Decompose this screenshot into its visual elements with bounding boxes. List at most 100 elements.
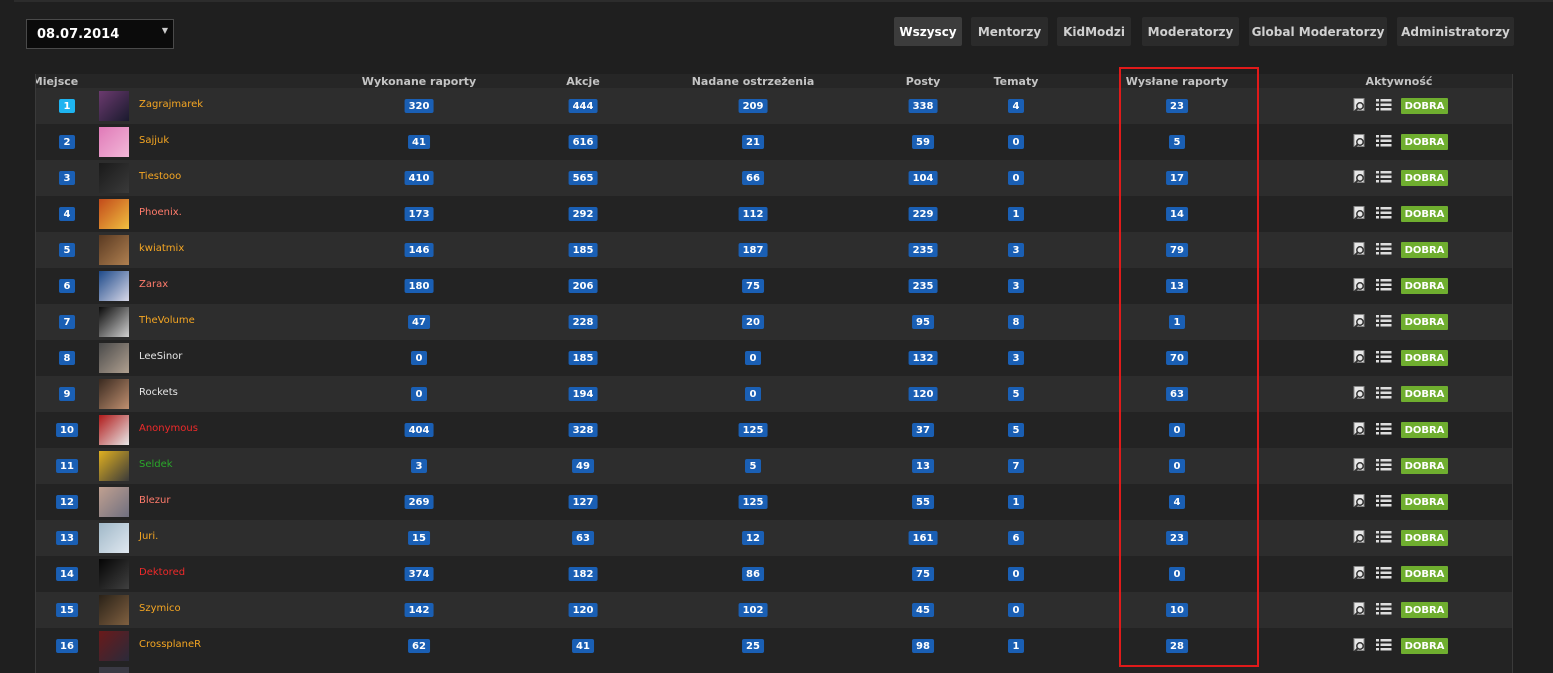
magnifier-details-icon[interactable] [1353, 242, 1367, 257]
rank-badge: 5 [59, 243, 75, 257]
list-icon[interactable] [1376, 351, 1392, 363]
activity-badge: DOBRA [1401, 278, 1448, 294]
avatar[interactable] [99, 343, 129, 373]
username-link[interactable]: Zarax [139, 279, 168, 290]
avatar[interactable] [99, 667, 129, 673]
done-badge: 3 [411, 459, 427, 473]
posts-badge: 229 [908, 207, 938, 221]
avatar[interactable] [99, 307, 129, 337]
posts-badge: 59 [912, 135, 934, 149]
list-icon[interactable] [1376, 315, 1392, 327]
username-link[interactable]: Anonymous [139, 423, 198, 434]
magnifier-details-icon[interactable] [1353, 602, 1367, 617]
avatar[interactable] [99, 415, 129, 445]
avatar[interactable] [99, 127, 129, 157]
warnings-badge: 66 [742, 171, 764, 185]
list-icon[interactable] [1376, 207, 1392, 219]
username-link[interactable]: Seldek [139, 459, 173, 470]
sent-badge: 5 [1169, 135, 1185, 149]
topics-badge: 0 [1008, 135, 1024, 149]
username-link[interactable]: Rockets [139, 387, 178, 398]
col-warnings: Nadane ostrzeżenia [691, 75, 815, 88]
magnifier-details-icon[interactable] [1353, 98, 1367, 113]
avatar[interactable] [99, 271, 129, 301]
filter-tab-kidmodzi[interactable]: KidModzi [1057, 17, 1131, 46]
rank-badge: 4 [59, 207, 75, 221]
magnifier-details-icon[interactable] [1353, 278, 1367, 293]
avatar[interactable] [99, 91, 129, 121]
list-icon[interactable] [1376, 171, 1392, 183]
magnifier-details-icon[interactable] [1353, 530, 1367, 545]
done-badge: 374 [404, 567, 434, 581]
list-icon[interactable] [1376, 639, 1392, 651]
topics-badge: 7 [1008, 459, 1024, 473]
magnifier-details-icon[interactable] [1353, 170, 1367, 185]
actions-badge: 182 [568, 567, 598, 581]
username-link[interactable]: Dektored [139, 567, 185, 578]
list-icon[interactable] [1376, 567, 1392, 579]
username-link[interactable]: CrossplaneR [139, 639, 201, 650]
magnifier-details-icon[interactable] [1353, 638, 1367, 653]
list-icon[interactable] [1376, 279, 1392, 291]
magnifier-details-icon[interactable] [1353, 458, 1367, 473]
filter-tab-moderatorzy[interactable]: Moderatorzy [1142, 17, 1239, 46]
list-icon[interactable] [1376, 243, 1392, 255]
topics-badge: 8 [1008, 315, 1024, 329]
avatar[interactable] [99, 163, 129, 193]
username-link[interactable]: LeeSinor [139, 351, 182, 362]
posts-badge: 98 [912, 639, 934, 653]
list-icon[interactable] [1376, 99, 1392, 111]
avatar[interactable] [99, 487, 129, 517]
avatar[interactable] [99, 199, 129, 229]
magnifier-details-icon[interactable] [1353, 566, 1367, 581]
date-select[interactable]: 08.07.2014 ▼ [26, 19, 174, 49]
rank-badge: 9 [59, 387, 75, 401]
magnifier-details-icon[interactable] [1353, 386, 1367, 401]
table-row: 10 Anonymous 404 328 125 37 5 0 DOBRA [36, 412, 1512, 448]
magnifier-details-icon[interactable] [1353, 422, 1367, 437]
magnifier-details-icon[interactable] [1353, 314, 1367, 329]
sent-badge: 13 [1166, 279, 1188, 293]
filter-tab-wszyscy[interactable]: Wszyscy [894, 17, 962, 46]
magnifier-details-icon[interactable] [1353, 206, 1367, 221]
list-icon[interactable] [1376, 135, 1392, 147]
filter-tab-mentorzy[interactable]: Mentorzy [971, 17, 1048, 46]
username-link[interactable]: Juri. [139, 531, 158, 542]
username-link[interactable]: Zagrajmarek [139, 99, 203, 110]
filter-tab-global-moderatorzy[interactable]: Global Moderatorzy [1249, 17, 1387, 46]
username-link[interactable]: TheVolume [139, 315, 195, 326]
avatar[interactable] [99, 523, 129, 553]
avatar[interactable] [99, 595, 129, 625]
activity-badge: DOBRA [1401, 530, 1448, 546]
username-link[interactable]: kwiatmix [139, 243, 184, 254]
magnifier-details-icon[interactable] [1353, 494, 1367, 509]
list-icon[interactable] [1376, 531, 1392, 543]
username-link[interactable]: Tiestooo [139, 171, 181, 182]
warnings-badge: 209 [738, 99, 768, 113]
avatar[interactable] [99, 451, 129, 481]
username-link[interactable]: Blezur [139, 495, 171, 506]
username-link[interactable]: Sajjuk [139, 135, 169, 146]
list-icon[interactable] [1376, 495, 1392, 507]
avatar[interactable] [99, 631, 129, 661]
table-row: 5 kwiatmix 146 185 187 235 3 79 DOBRA [36, 232, 1512, 268]
magnifier-details-icon[interactable] [1353, 134, 1367, 149]
posts-badge: 161 [908, 531, 938, 545]
list-icon[interactable] [1376, 423, 1392, 435]
topics-badge: 5 [1008, 387, 1024, 401]
avatar[interactable] [99, 559, 129, 589]
done-badge: 62 [408, 639, 430, 653]
list-icon[interactable] [1376, 387, 1392, 399]
avatar[interactable] [99, 379, 129, 409]
activity-badge: DOBRA [1401, 98, 1448, 114]
list-icon[interactable] [1376, 459, 1392, 471]
table-row: 3 Tiestooo 410 565 66 104 0 17 DOBRA [36, 160, 1512, 196]
username-link[interactable]: Phoenix. [139, 207, 182, 218]
filter-tab-administratorzy[interactable]: Administratorzy [1397, 17, 1514, 46]
posts-badge: 13 [912, 459, 934, 473]
magnifier-details-icon[interactable] [1353, 350, 1367, 365]
list-icon[interactable] [1376, 603, 1392, 615]
username-link[interactable]: Szymico [139, 603, 181, 614]
avatar[interactable] [99, 235, 129, 265]
warnings-badge: 125 [738, 423, 768, 437]
